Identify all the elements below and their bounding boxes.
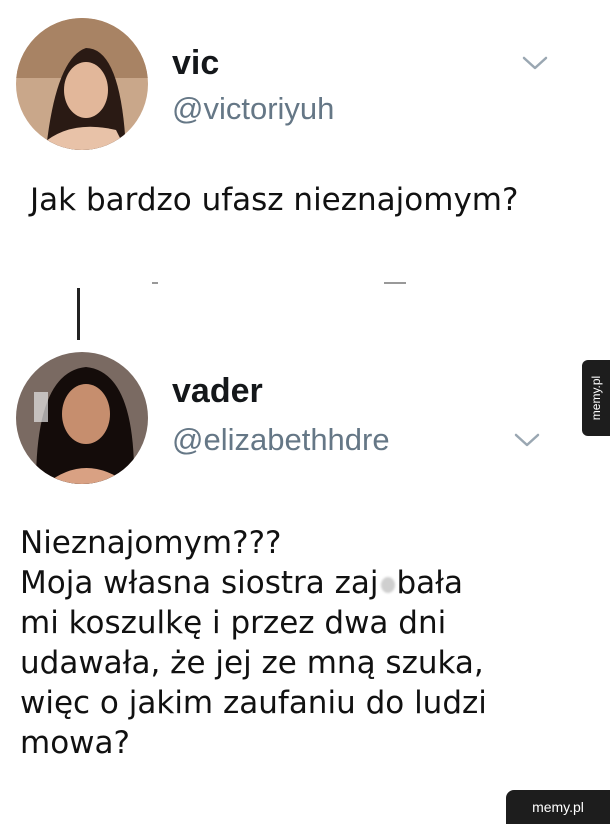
tweet-text: Jak bardzo ufasz nieznajomym? <box>30 182 519 218</box>
chevron-down-icon[interactable] <box>514 432 540 448</box>
tweet-line: udawała, że jej ze mną szuka, <box>20 645 484 681</box>
tweet-line: mi koszulkę i przez dwa dni <box>20 605 447 641</box>
watermark-side-tab[interactable]: memy.pl <box>582 360 610 436</box>
tweet-reply: vader @elizabethhdre Nieznajomym??? Moja… <box>0 340 610 824</box>
avatar[interactable] <box>16 18 148 150</box>
tweet-text: Nieznajomym??? Moja własna siostra zaj ba… <box>20 523 487 763</box>
chevron-down-icon[interactable] <box>522 55 548 71</box>
watermark-corner[interactable]: memy.pl <box>506 790 610 824</box>
divider-mark <box>152 282 158 284</box>
avatar[interactable] <box>16 352 148 484</box>
tweet-line: mowa? <box>20 725 130 761</box>
user-handle[interactable]: @elizabethhdre <box>172 424 390 455</box>
user-handle[interactable]: @victoriyuh <box>172 93 334 124</box>
tweet-original: vic @victoriyuh Jak bardzo ufasz nieznaj… <box>0 0 610 260</box>
display-name[interactable]: vic <box>172 46 219 80</box>
tweet-line: Nieznajomym??? <box>20 525 282 561</box>
tweet-line: Moja własna siostra zaj bała <box>20 565 463 601</box>
divider-mark <box>384 282 406 284</box>
censor-blur <box>380 576 395 593</box>
display-name[interactable]: vader <box>172 374 263 408</box>
tweet-line: więc o jakim zaufaniu do ludzi <box>20 685 487 721</box>
thread-connector <box>77 288 80 340</box>
